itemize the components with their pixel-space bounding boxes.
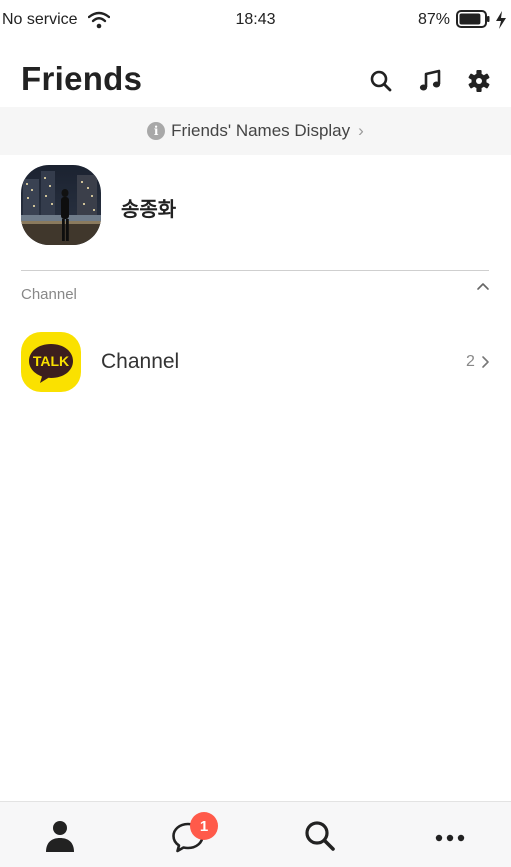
page-title: Friends — [21, 60, 143, 97]
charging-bolt-icon — [494, 10, 508, 30]
search-icon — [370, 70, 392, 92]
kakaotalk-channel-logo[interactable]: TALK — [21, 332, 81, 392]
talk-logo-text: TALK — [33, 353, 69, 369]
chevron-up-icon[interactable] — [475, 280, 491, 294]
channel-name[interactable]: Channel — [101, 350, 179, 374]
battery-percent: 87% — [418, 11, 451, 28]
tab-more[interactable] — [432, 818, 468, 854]
search-icon — [305, 821, 335, 851]
channel-count: 2 — [466, 353, 475, 370]
battery-icon — [456, 10, 490, 28]
status-bar: No service 18:43 87% — [0, 0, 511, 42]
profile-name[interactable]: 송종화 — [121, 193, 176, 222]
more-dots-icon — [435, 834, 465, 842]
battery-fill — [459, 13, 481, 25]
chevron-right-icon[interactable] — [480, 355, 490, 369]
night-city-photo — [21, 165, 101, 245]
divider — [21, 270, 489, 271]
music-icon — [419, 69, 441, 91]
music-button[interactable] — [417, 68, 443, 94]
search-button[interactable] — [368, 68, 394, 94]
section-label-channel: Channel — [21, 286, 77, 303]
unread-badge: 1 — [190, 812, 218, 840]
chevron-right-icon: › — [358, 121, 364, 140]
settings-button[interactable] — [466, 68, 492, 94]
my-profile-avatar[interactable] — [21, 165, 101, 245]
banner-label: Friends' Names Display — [171, 121, 351, 140]
names-display-banner[interactable]: i Friends' Names Display › — [0, 107, 511, 155]
settings-icon — [468, 70, 490, 92]
person-icon — [46, 821, 74, 852]
tab-friends[interactable] — [42, 818, 78, 854]
info-icon: i — [147, 122, 166, 140]
tab-search[interactable] — [302, 818, 338, 854]
